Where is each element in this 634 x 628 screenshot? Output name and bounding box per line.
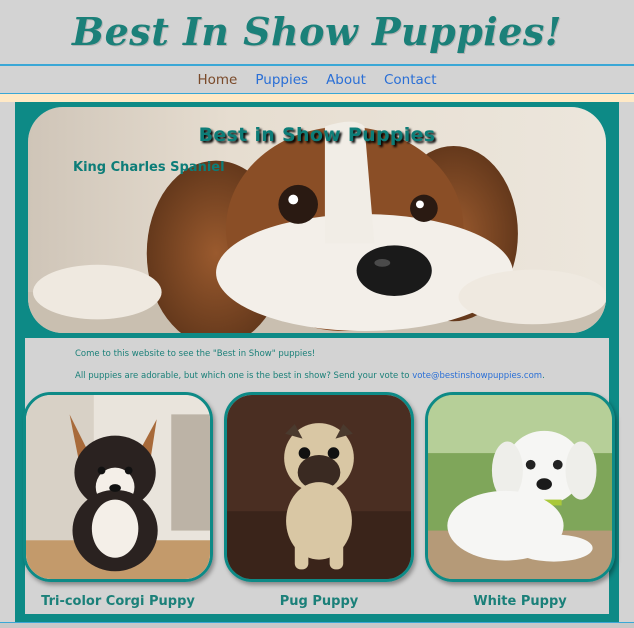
pug-photo: [227, 395, 411, 579]
site-header: Best In Show Puppies!: [0, 0, 634, 64]
nav-divider-stripe: [0, 94, 634, 102]
white-puppy-photo-frame: [425, 392, 615, 582]
puppy-card-corgi[interactable]: Tri-color Corgi Puppy: [23, 392, 213, 609]
pug-photo-frame: [224, 392, 414, 582]
puppy-card-pug[interactable]: Pug Puppy: [224, 392, 414, 609]
hero-title: Best in Show Puppies: [198, 124, 436, 146]
intro-text: Come to this website to see the "Best in…: [75, 348, 595, 392]
nav-link-puppies[interactable]: Puppies: [246, 72, 317, 88]
nav-link-about[interactable]: About: [317, 72, 375, 88]
intro-line-2: All puppies are adorable, but which one …: [75, 370, 595, 382]
hero-caption: King Charles Spaniel: [73, 160, 225, 175]
white-puppy-caption: White Puppy: [473, 594, 567, 609]
puppy-card-white[interactable]: White Puppy: [425, 392, 615, 609]
white-puppy-photo: [428, 395, 612, 579]
hero-banner: Best in Show Puppies King Charles Spanie…: [25, 102, 609, 338]
main-content: Best in Show Puppies King Charles Spanie…: [15, 102, 619, 622]
nav-link-contact[interactable]: Contact: [375, 72, 446, 88]
corgi-photo-frame: [23, 392, 213, 582]
puppy-cards: Tri-color Corgi Puppy Pug Puppy White Pu…: [23, 392, 615, 622]
corgi-caption: Tri-color Corgi Puppy: [41, 594, 195, 609]
nav-link-home[interactable]: Home: [188, 72, 246, 88]
corgi-photo: [26, 395, 210, 579]
main-nav: Home Puppies About Contact: [0, 64, 634, 94]
intro-line-2-end: .: [542, 371, 545, 381]
pug-caption: Pug Puppy: [279, 594, 359, 609]
intro-line-2-text: All puppies are adorable, but which one …: [75, 371, 413, 381]
vote-email-link[interactable]: vote@bestinshowpuppies.com: [412, 371, 542, 381]
site-title: Best In Show Puppies!: [72, 9, 562, 54]
footer-stripe: [0, 622, 634, 628]
intro-line-1: Come to this website to see the "Best in…: [75, 349, 316, 359]
